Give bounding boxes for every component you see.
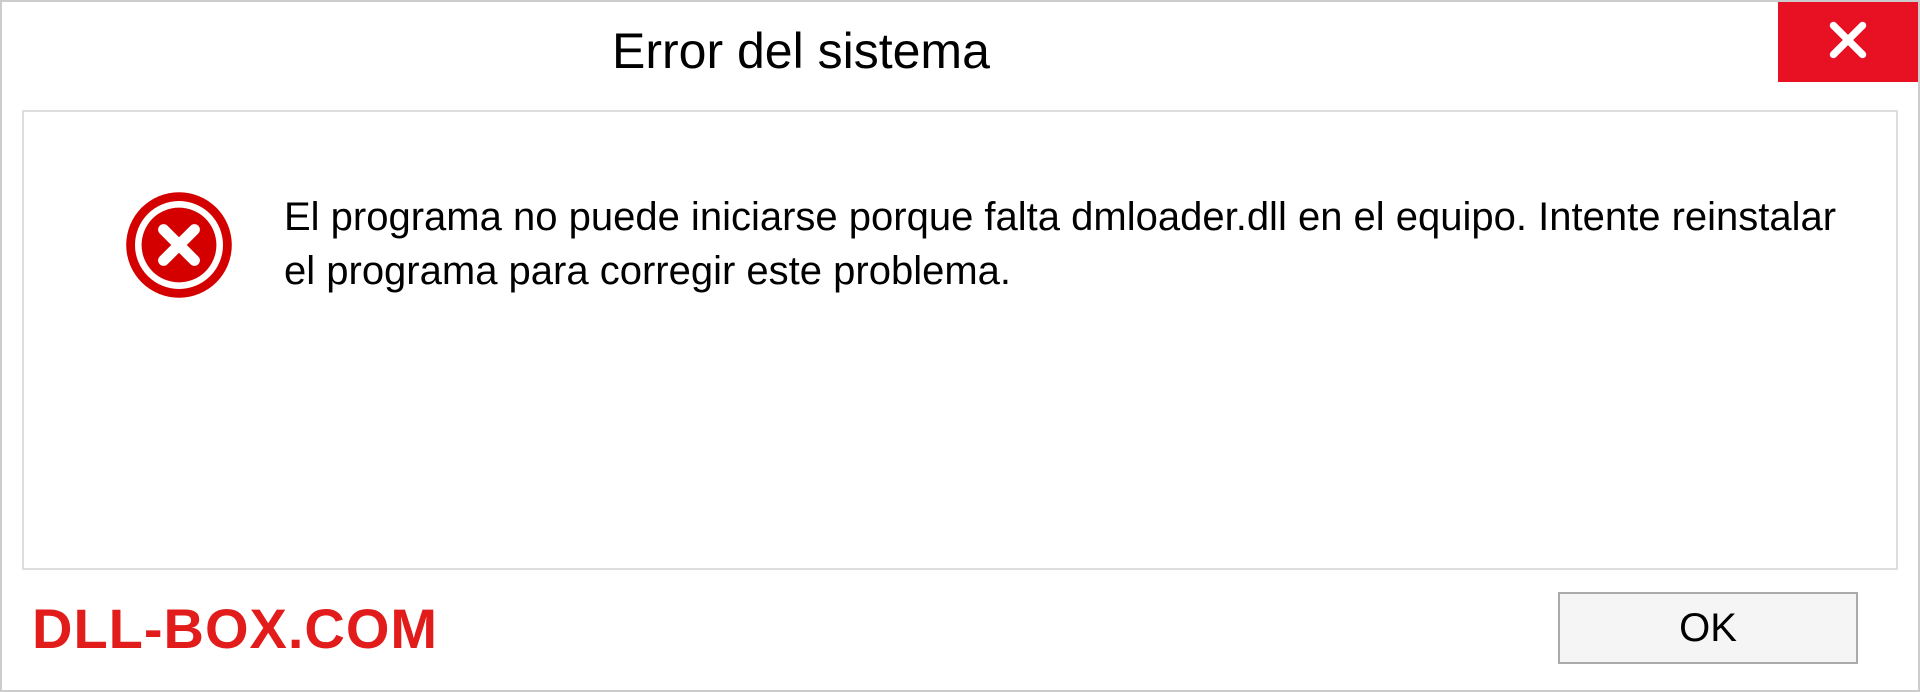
close-button[interactable] [1778,2,1918,82]
error-icon [124,190,234,300]
content-area: El programa no puede iniciarse porque fa… [22,110,1898,570]
ok-button[interactable]: OK [1558,592,1858,664]
footer: DLL-BOX.COM OK [2,570,1918,690]
error-dialog: Error del sistema El programa no puede i… [0,0,1920,692]
titlebar: Error del sistema [2,2,1918,102]
close-icon [1823,15,1873,70]
dialog-title: Error del sistema [612,22,990,80]
watermark-text: DLL-BOX.COM [32,596,438,661]
error-message: El programa no puede iniciarse porque fa… [284,182,1866,298]
